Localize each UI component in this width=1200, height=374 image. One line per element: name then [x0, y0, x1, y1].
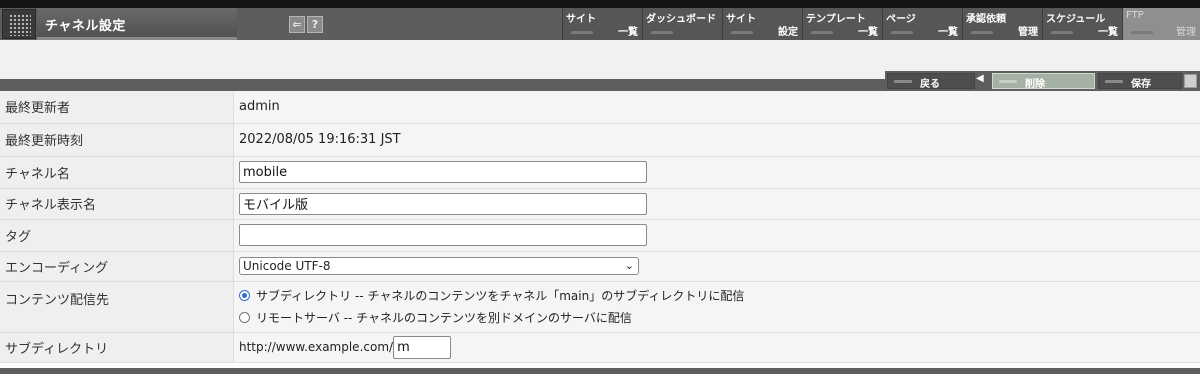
- form-row-delivery-target: コンテンツ配信先 サブディレクトリ -- チャネルのコンテンツをチャネル「mai…: [0, 281, 1200, 333]
- print-icon[interactable]: [1184, 74, 1197, 88]
- header-bar: チャネル設定 ⇐ ? サイト 一覧 ダッシュボード サイト 設定 テンプレート …: [0, 8, 1200, 40]
- app-logo-icon[interactable]: [2, 9, 36, 39]
- radio-selected-icon[interactable]: [239, 290, 250, 301]
- channel-display-name-input[interactable]: [239, 192, 647, 215]
- channel-settings-form: 最終更新者 admin 最終更新時刻 2022/08/05 19:16:31 J…: [0, 91, 1200, 363]
- form-row-last-updated-by: 最終更新者 admin: [0, 91, 1200, 124]
- radio-unselected-icon[interactable]: [239, 312, 250, 323]
- last-updated-by-label: 最終更新者: [0, 91, 234, 124]
- delivery-option-remote-server[interactable]: リモートサーバ -- チャネルのコンテンツを別ドメインのサーバに配信: [234, 307, 1200, 329]
- channel-name-label: チャネル名: [0, 156, 234, 189]
- form-row-tag: タグ: [0, 219, 1200, 252]
- last-updated-at-label: 最終更新時刻: [0, 123, 234, 157]
- nav-site-list[interactable]: サイト 一覧: [562, 8, 642, 40]
- form-row-last-updated-at: 最終更新時刻 2022/08/05 19:16:31 JST: [0, 123, 1200, 157]
- bottom-bar: [0, 368, 1200, 374]
- encoding-select[interactable]: Unicode UTF-8 ⌄: [239, 257, 639, 275]
- nav-ftp-manage[interactable]: FTP 管理: [1122, 8, 1200, 40]
- last-updated-at-value: 2022/08/05 19:16:31 JST: [233, 123, 1200, 157]
- action-buttons: 戻る 削除 保存: [885, 71, 1200, 91]
- subdirectory-input[interactable]: [393, 335, 452, 359]
- delivery-target-label: コンテンツ配信先: [0, 281, 234, 333]
- title-tab: チャネル設定: [37, 8, 237, 40]
- page-title: チャネル設定: [45, 19, 126, 34]
- form-row-channel-display-name: チャネル表示名: [0, 188, 1200, 220]
- save-button[interactable]: 保存: [1098, 73, 1182, 90]
- top-strip: [0, 0, 1200, 8]
- nav-schedule-list[interactable]: スケジュール 一覧: [1042, 8, 1122, 40]
- nav-site-settings[interactable]: サイト 設定: [722, 8, 802, 40]
- subdirectory-label: サブディレクトリ: [0, 332, 234, 363]
- help-icon[interactable]: ?: [307, 16, 323, 33]
- back-button[interactable]: 戻る: [887, 73, 975, 90]
- last-updated-by-value: admin: [233, 91, 1200, 124]
- channel-name-input[interactable]: [239, 161, 647, 183]
- nav-template-list[interactable]: テンプレート 一覧: [802, 8, 882, 40]
- arrow-left-icon: ◀: [976, 73, 984, 84]
- tag-label: タグ: [0, 219, 234, 252]
- encoding-selected-value: Unicode UTF-8: [243, 259, 331, 273]
- delete-button[interactable]: 削除: [992, 73, 1095, 90]
- form-row-channel-name: チャネル名: [0, 156, 1200, 189]
- subdirectory-url-prefix: http://www.example.com/: [239, 339, 394, 354]
- channel-display-name-label: チャネル表示名: [0, 188, 234, 220]
- nav-dashboard[interactable]: ダッシュボード: [642, 8, 722, 40]
- back-arrow-icon[interactable]: ⇐: [289, 16, 305, 33]
- chevron-down-icon: ⌄: [624, 259, 634, 272]
- nav-approval-requests[interactable]: 承認依頼 管理: [962, 8, 1042, 40]
- delivery-option-subdirectory[interactable]: サブディレクトリ -- チャネルのコンテンツをチャネル「main」のサブディレク…: [234, 285, 1200, 307]
- nav-page-list[interactable]: ページ 一覧: [882, 8, 962, 40]
- tag-input[interactable]: [239, 224, 647, 246]
- encoding-label: エンコーディング: [0, 251, 234, 282]
- form-row-encoding: エンコーディング Unicode UTF-8 ⌄: [0, 251, 1200, 282]
- form-row-subdirectory: サブディレクトリ http://www.example.com/: [0, 332, 1200, 363]
